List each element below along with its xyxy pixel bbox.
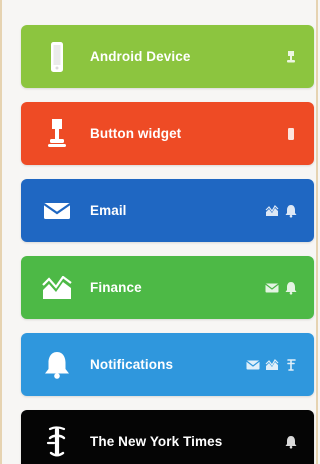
email-icon — [246, 358, 260, 372]
related-services — [284, 50, 298, 64]
email-icon — [37, 191, 77, 231]
service-tile-the-new-york-times[interactable]: The New York Times — [21, 410, 314, 464]
finance-icon — [265, 204, 279, 218]
related-services — [246, 358, 298, 372]
notifications-icon — [37, 345, 77, 385]
service-tile-email[interactable]: Email — [21, 179, 314, 242]
button-widget-icon — [37, 114, 77, 154]
service-list: Android Device Button widget Email Finan… — [21, 25, 314, 464]
notifications-icon — [284, 281, 298, 295]
finance-icon — [265, 358, 279, 372]
nytimes-icon — [284, 358, 298, 372]
services-screen: Android Device Button widget Email Finan… — [0, 0, 318, 464]
related-services — [284, 127, 298, 141]
related-services — [265, 204, 298, 218]
notifications-icon — [284, 204, 298, 218]
service-tile-notifications[interactable]: Notifications — [21, 333, 314, 396]
service-name: Email — [90, 203, 127, 218]
service-tile-finance[interactable]: Finance — [21, 256, 314, 319]
service-name: The New York Times — [90, 434, 223, 449]
button-widget-icon — [284, 50, 298, 64]
android-device-icon — [284, 127, 298, 141]
service-name: Finance — [90, 280, 142, 295]
nytimes-icon — [37, 422, 77, 462]
related-services — [265, 281, 298, 295]
service-tile-button-widget[interactable]: Button widget — [21, 102, 314, 165]
service-name: Button widget — [90, 126, 182, 141]
notifications-icon — [284, 435, 298, 449]
service-name: Android Device — [90, 49, 191, 64]
finance-icon — [37, 268, 77, 308]
email-icon — [265, 281, 279, 295]
android-device-icon — [37, 37, 77, 77]
service-tile-android-device[interactable]: Android Device — [21, 25, 314, 88]
related-services — [284, 435, 298, 449]
service-name: Notifications — [90, 357, 174, 372]
